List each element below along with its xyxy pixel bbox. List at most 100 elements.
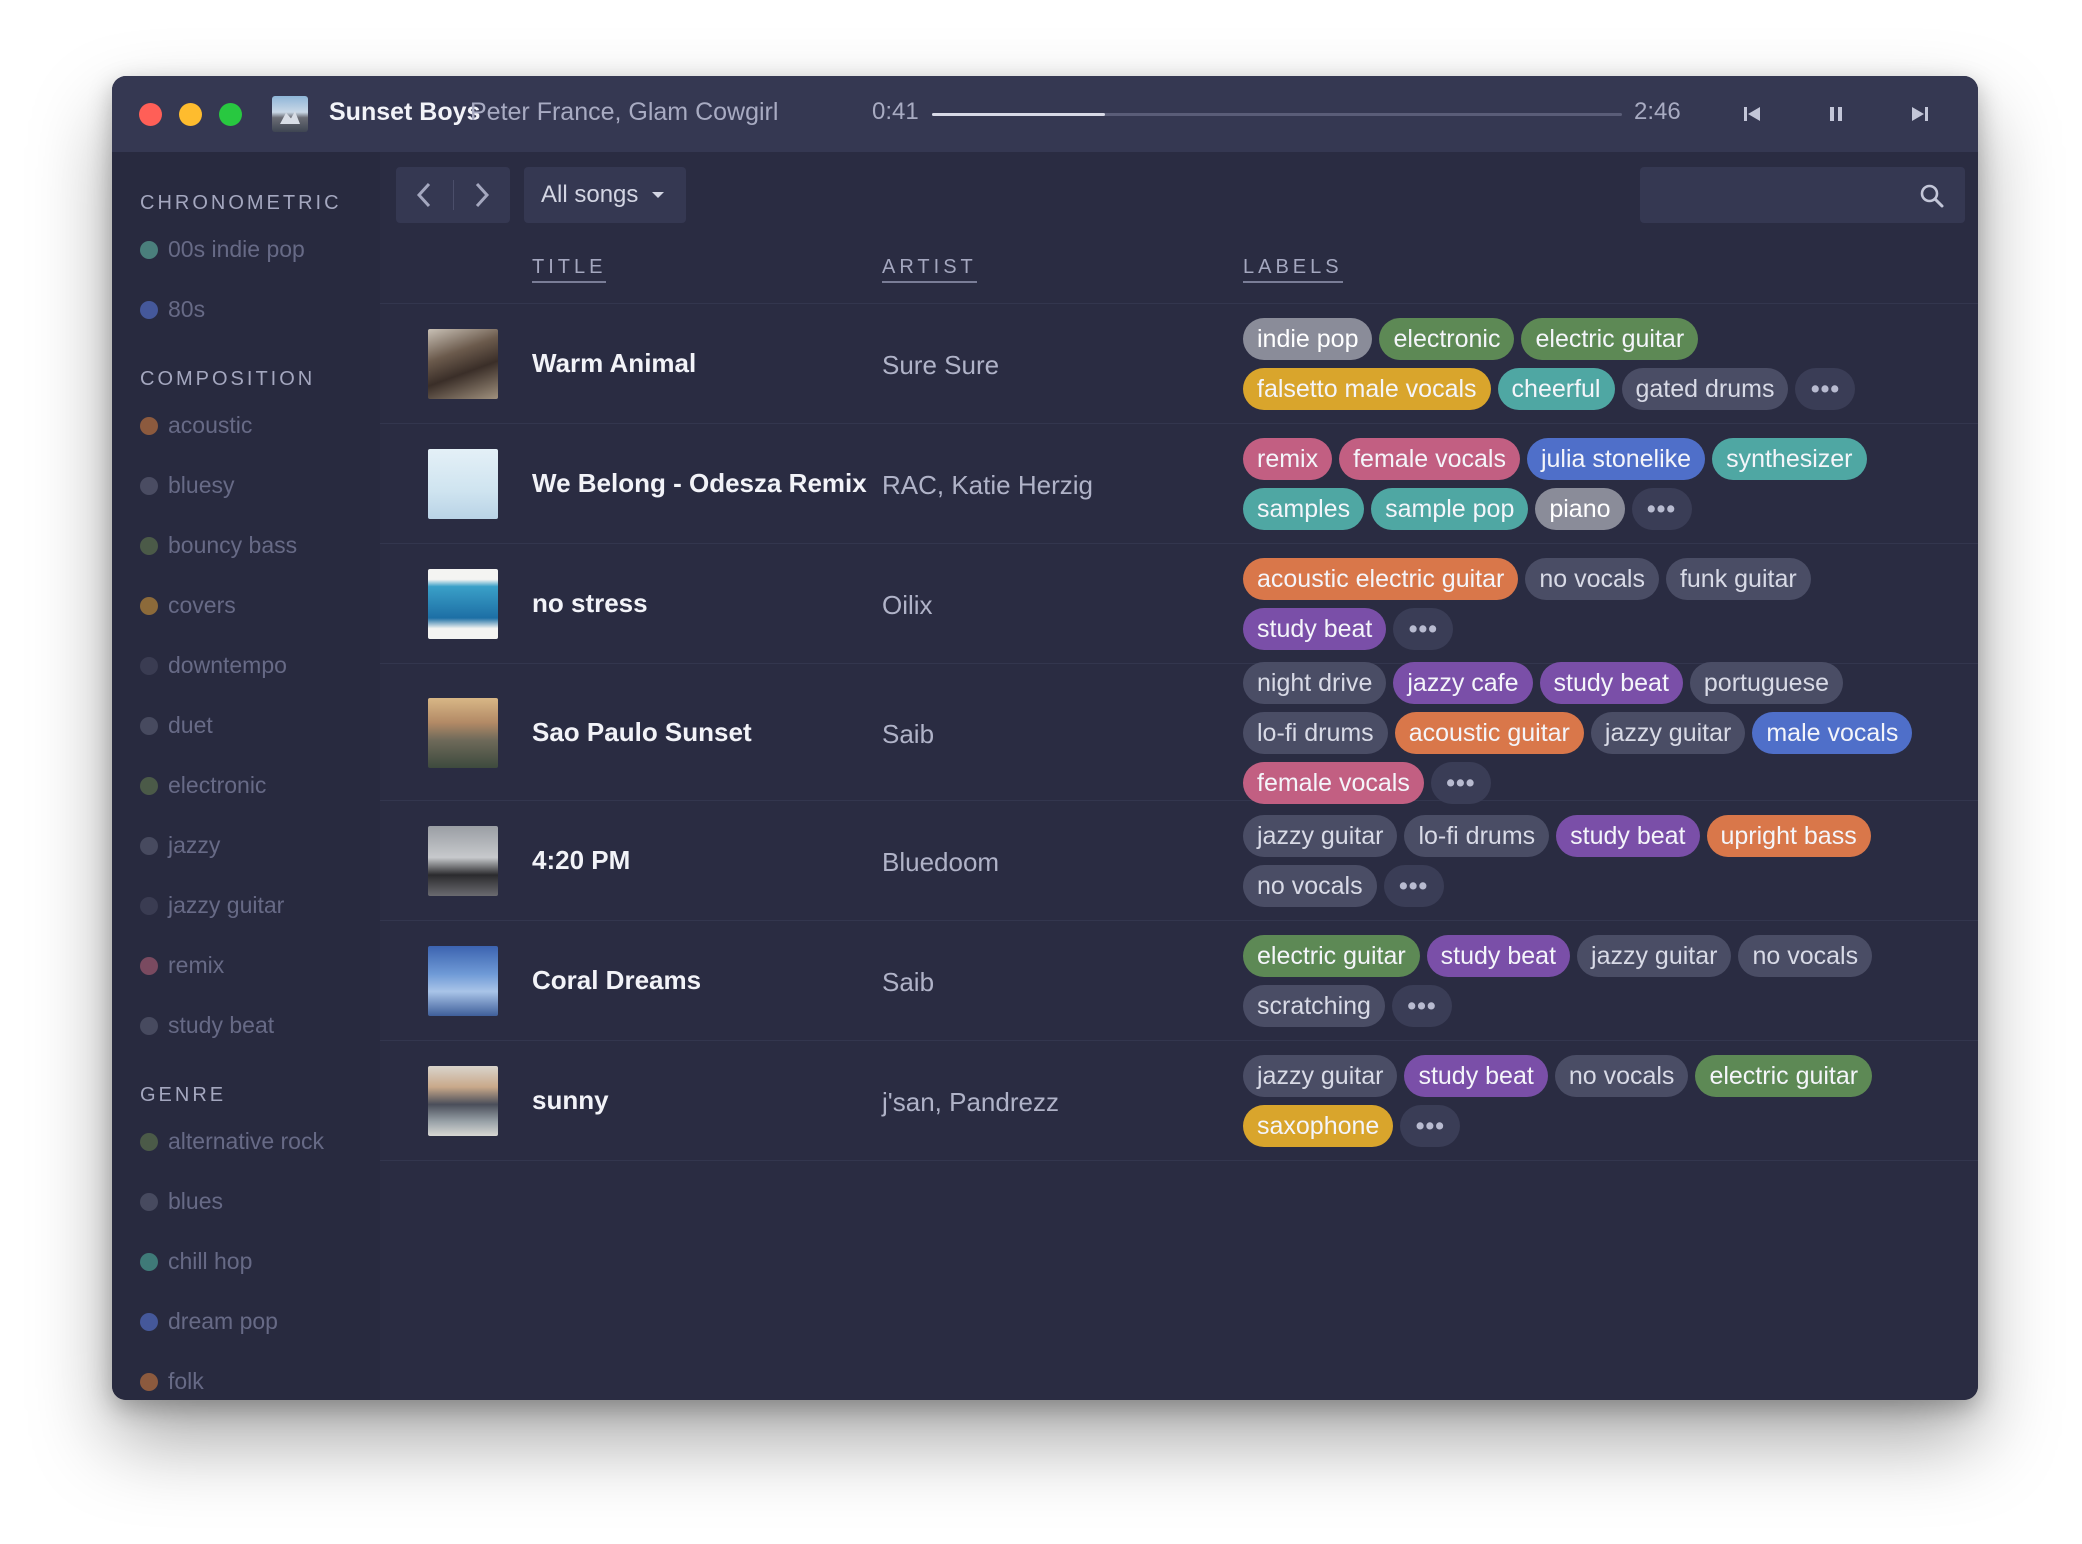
label-tag[interactable]: upright bass [1706, 815, 1871, 857]
label-tag[interactable]: electric guitar [1695, 1055, 1873, 1097]
playback-progress-bar[interactable] [932, 113, 1622, 116]
sidebar-item[interactable]: 80s [140, 296, 205, 323]
sidebar-item[interactable]: dream pop [140, 1308, 278, 1335]
forward-button[interactable] [453, 167, 510, 223]
label-tag[interactable]: female vocals [1339, 438, 1520, 480]
label-tag[interactable]: portuguese [1689, 661, 1843, 704]
label-tag[interactable]: study beat [1556, 815, 1700, 857]
label-tag[interactable]: acoustic guitar [1394, 711, 1584, 754]
song-title[interactable]: Coral Dreams [532, 965, 701, 996]
sidebar-item[interactable]: electronic [140, 772, 266, 799]
more-labels-button[interactable]: ••• [1400, 1105, 1461, 1147]
label-tag[interactable]: jazzy guitar [1243, 815, 1398, 857]
song-row[interactable]: 4:20 PM Bluedoom jazzy guitar lo-fi drums st… [380, 801, 1978, 921]
column-header-labels[interactable]: LABELS [1243, 256, 1343, 283]
song-title[interactable]: We Belong - Odesza Remix [532, 468, 867, 499]
sidebar-item[interactable]: downtempo [140, 652, 287, 679]
song-filter-dropdown[interactable]: All songs [524, 167, 686, 223]
search-input[interactable] [1640, 167, 1900, 223]
song-title[interactable]: no stress [532, 588, 648, 619]
sidebar-item[interactable]: acoustic [140, 412, 252, 439]
column-header-title[interactable]: TITLE [532, 256, 607, 283]
song-row[interactable]: no stress Oilix acoustic electric guitar no… [380, 544, 1978, 664]
more-labels-button[interactable]: ••• [1393, 608, 1454, 650]
label-tag[interactable]: no vocals [1243, 865, 1377, 907]
sidebar-item[interactable]: covers [140, 592, 236, 619]
sidebar-item[interactable]: folk [140, 1368, 204, 1395]
label-tag[interactable]: scratching [1243, 985, 1385, 1027]
label-tag[interactable]: male vocals [1752, 711, 1913, 754]
song-row[interactable]: Warm Animal Sure Sure indie pop electronic e… [380, 304, 1978, 424]
label-tag[interactable]: synthesizer [1712, 438, 1867, 480]
song-artist[interactable]: RAC, Katie Herzig [882, 470, 1093, 501]
label-tag[interactable]: no vocals [1738, 935, 1873, 977]
label-tag[interactable]: night drive [1243, 661, 1387, 704]
song-artist[interactable]: Saib [882, 719, 934, 750]
close-window-button[interactable] [139, 103, 162, 126]
sidebar-item[interactable]: bouncy bass [140, 532, 297, 559]
more-labels-button[interactable]: ••• [1430, 761, 1491, 804]
more-labels-button[interactable]: ••• [1391, 985, 1452, 1027]
label-tag[interactable]: jazzy guitar [1590, 711, 1746, 754]
more-labels-button[interactable]: ••• [1383, 865, 1444, 907]
label-tag[interactable]: lo-fi drums [1243, 711, 1388, 754]
label-tag[interactable]: no vocals [1525, 558, 1659, 600]
label-tag[interactable]: jazzy guitar [1577, 935, 1732, 977]
label-tag[interactable]: samples [1243, 488, 1365, 530]
sidebar-item[interactable]: chill hop [140, 1248, 252, 1275]
label-tag[interactable]: saxophone [1243, 1105, 1394, 1147]
label-tag[interactable]: falsetto male vocals [1243, 368, 1491, 410]
label-tag[interactable]: acoustic electric guitar [1243, 558, 1519, 600]
song-title[interactable]: 4:20 PM [532, 845, 630, 876]
label-tag[interactable]: study beat [1539, 661, 1683, 704]
label-tag[interactable]: electronic [1379, 318, 1515, 360]
song-artist[interactable]: Bluedoom [882, 847, 999, 878]
label-tag[interactable]: electric guitar [1521, 318, 1699, 360]
label-tag[interactable]: piano [1535, 488, 1625, 530]
sidebar-item[interactable]: 00s indie pop [140, 236, 305, 263]
next-track-button[interactable] [1902, 96, 1938, 132]
label-tag[interactable]: cheerful [1497, 368, 1615, 410]
label-tag[interactable]: female vocals [1243, 761, 1424, 804]
song-artist[interactable]: Saib [882, 967, 934, 998]
sidebar-item[interactable]: duet [140, 712, 213, 739]
more-labels-button[interactable]: ••• [1631, 488, 1692, 530]
label-tag[interactable]: study beat [1426, 935, 1571, 977]
song-artist[interactable]: Oilix [882, 590, 933, 621]
column-header-artist[interactable]: ARTIST [882, 256, 977, 283]
more-labels-button[interactable]: ••• [1795, 368, 1856, 410]
label-tag[interactable]: study beat [1243, 608, 1387, 650]
label-tag[interactable]: indie pop [1243, 318, 1373, 360]
song-artist[interactable]: Sure Sure [882, 350, 999, 381]
label-tag[interactable]: jazzy cafe [1393, 661, 1533, 704]
label-tag[interactable]: sample pop [1371, 488, 1529, 530]
search-icon[interactable] [1919, 183, 1945, 209]
song-row[interactable]: Coral Dreams Saib electric guitar study bea… [380, 921, 1978, 1041]
song-row[interactable]: We Belong - Odesza Remix RAC, Katie Herzi… [380, 424, 1978, 544]
label-tag[interactable]: remix [1243, 438, 1333, 480]
sidebar-item[interactable]: jazzy [140, 832, 220, 859]
label-tag[interactable]: no vocals [1554, 1055, 1689, 1097]
label-tag[interactable]: electric guitar [1243, 935, 1420, 977]
label-tag[interactable]: gated drums [1621, 368, 1789, 410]
label-tag[interactable]: jazzy guitar [1243, 1055, 1398, 1097]
sidebar-item[interactable]: alternative rock [140, 1128, 324, 1155]
song-title[interactable]: Warm Animal [532, 348, 696, 379]
label-tag[interactable]: study beat [1404, 1055, 1548, 1097]
song-title[interactable]: sunny [532, 1085, 609, 1116]
label-tag[interactable]: lo-fi drums [1404, 815, 1550, 857]
sidebar-item[interactable]: study beat [140, 1012, 274, 1039]
song-row[interactable]: Sao Paulo Sunset Saib night drive jazzy caf… [380, 661, 1978, 804]
sidebar-item[interactable]: remix [140, 952, 224, 979]
pause-button[interactable] [1818, 96, 1854, 132]
back-button[interactable] [396, 167, 453, 223]
label-tag[interactable]: funk guitar [1665, 558, 1811, 600]
sidebar-item[interactable]: jazzy guitar [140, 892, 284, 919]
song-row[interactable]: sunny j'san, Pandrezz jazzy guitar study be… [380, 1041, 1978, 1161]
sidebar-item[interactable]: bluesy [140, 472, 234, 499]
song-artist[interactable]: j'san, Pandrezz [882, 1087, 1059, 1118]
previous-track-button[interactable] [1734, 96, 1770, 132]
sidebar-item[interactable]: blues [140, 1188, 223, 1215]
song-title[interactable]: Sao Paulo Sunset [532, 717, 752, 748]
zoom-window-button[interactable] [219, 103, 242, 126]
